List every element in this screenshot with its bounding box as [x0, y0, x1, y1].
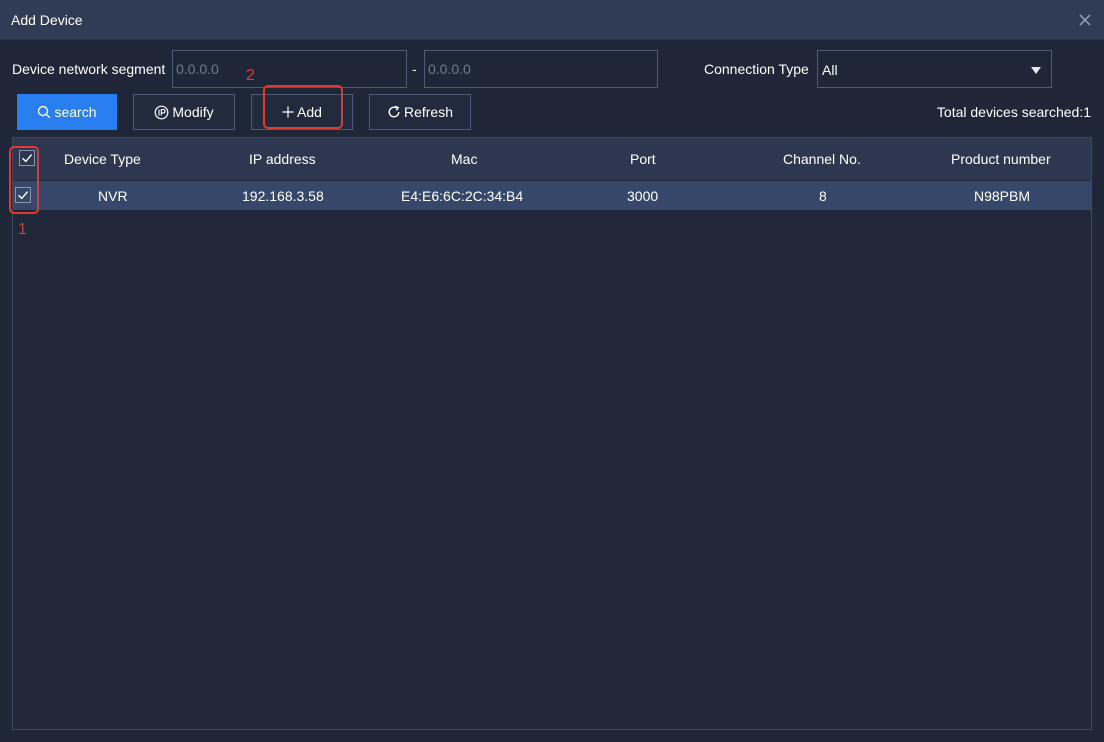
- ip-icon: [154, 105, 169, 119]
- window-title: Add Device: [11, 12, 83, 28]
- total-devices-text: Total devices searched:1: [936, 104, 1091, 120]
- refresh-button-label: Refresh: [403, 104, 454, 120]
- search-button[interactable]: search: [17, 94, 117, 130]
- column-ip-address[interactable]: IP address: [249, 151, 316, 167]
- column-mac[interactable]: Mac: [451, 151, 477, 167]
- column-port[interactable]: Port: [630, 151, 656, 167]
- device-table: Device Type IP address Mac Port Channel …: [12, 137, 1092, 730]
- chevron-down-icon: [1031, 67, 1041, 74]
- modify-button[interactable]: Modify: [133, 94, 235, 130]
- segment-end-input[interactable]: [424, 50, 658, 88]
- cell-mac: E4:E6:6C:2C:34:B4: [401, 188, 524, 204]
- segment-label: Device network segment: [12, 61, 166, 77]
- column-channel-no[interactable]: Channel No.: [783, 151, 861, 167]
- annotation-highlight-checkboxes: [9, 146, 39, 214]
- connection-type-value: All: [822, 62, 838, 78]
- annotation-step-1: 1: [18, 221, 27, 238]
- table-header: Device Type IP address Mac Port Channel …: [13, 138, 1091, 180]
- refresh-icon: [388, 105, 400, 118]
- search-icon: [38, 105, 51, 119]
- cell-port: 3000: [627, 188, 659, 204]
- modify-button-label: Modify: [172, 104, 214, 120]
- connection-type-select[interactable]: All: [817, 50, 1052, 88]
- segment-separator: -: [412, 61, 417, 77]
- cell-ip-address: 192.168.3.58: [242, 188, 324, 204]
- column-device-type[interactable]: Device Type: [64, 151, 141, 167]
- title-bar: Add Device: [0, 0, 1104, 40]
- column-product-number[interactable]: Product number: [951, 151, 1051, 167]
- connection-type-label: Connection Type: [704, 61, 809, 77]
- cell-device-type: NVR: [98, 188, 128, 204]
- refresh-button[interactable]: Refresh: [369, 94, 471, 130]
- cell-product-number: N98PBM: [974, 188, 1031, 204]
- search-button-label: search: [54, 104, 97, 120]
- annotation-highlight-add: [263, 85, 343, 129]
- close-icon[interactable]: [1076, 11, 1094, 29]
- table-row[interactable]: NVR 192.168.3.58 E4:E6:6C:2C:34:B4 3000 …: [13, 181, 1091, 210]
- annotation-step-2: 2: [246, 67, 255, 84]
- segment-start-input[interactable]: [172, 50, 407, 88]
- cell-channel-no: 8: [819, 188, 827, 204]
